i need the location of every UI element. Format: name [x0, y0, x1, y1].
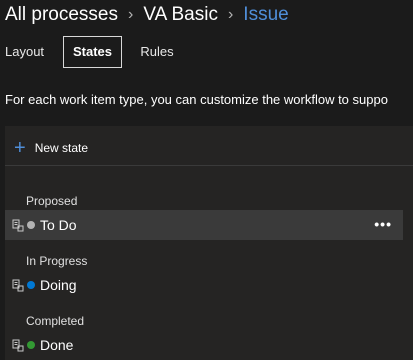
state-row-done[interactable]: Done [5, 330, 403, 360]
state-row-doing[interactable]: Doing [5, 270, 403, 300]
state-color-dot [27, 221, 35, 229]
group-label-completed: Completed [26, 314, 85, 328]
group-label-proposed: Proposed [26, 194, 78, 208]
work-item-icon [12, 279, 24, 292]
state-color-dot [27, 281, 35, 289]
new-state-button[interactable]: + New state [14, 137, 89, 159]
state-name: Doing [40, 277, 77, 293]
breadcrumb-current: Issue [243, 4, 289, 25]
page-description: For each work item type, you can customi… [5, 92, 388, 107]
tab-states[interactable]: States [63, 36, 122, 68]
breadcrumb-process[interactable]: VA Basic [143, 4, 218, 26]
breadcrumb: All processes › VA Basic › Issue [5, 3, 289, 27]
group-label-in-progress: In Progress [26, 254, 88, 268]
states-toolbar: + New state [5, 126, 413, 166]
state-row-to-do[interactable]: To Do ••• [5, 210, 403, 240]
state-name: To Do [40, 217, 77, 233]
state-color-dot [27, 341, 35, 349]
chevron-right-icon: › [227, 6, 234, 23]
plus-icon: + [14, 137, 26, 159]
more-horizontal-icon[interactable]: ••• [374, 216, 392, 232]
breadcrumb-all-processes[interactable]: All processes [5, 4, 118, 26]
work-item-icon [12, 339, 24, 352]
state-name: Done [40, 337, 74, 353]
chevron-right-icon: › [128, 6, 134, 23]
tab-bar: Layout States Rules [0, 36, 413, 68]
work-item-icon [12, 219, 24, 232]
tab-rules[interactable]: Rules [134, 36, 180, 68]
new-state-label: New state [34, 141, 89, 155]
states-panel: + New state Proposed To Do ••• In Progre… [5, 126, 413, 360]
tab-layout[interactable]: Layout [0, 36, 52, 68]
